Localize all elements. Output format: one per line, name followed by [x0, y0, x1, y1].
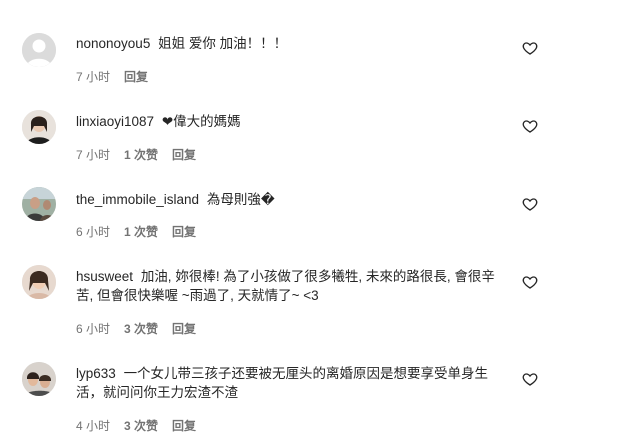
comment-text: lyp633 一个女儿带三孩子还要被无厘头的离婚原因是想要享受单身生活，就问问你… — [76, 364, 506, 402]
reply-button[interactable]: 回复 — [172, 223, 196, 240]
comment-text: hsusweet 加油, 妳很棒! 為了小孩做了很多犧牲, 未來的路很長, 會很… — [76, 267, 506, 305]
user-photo-avatar-icon — [22, 362, 56, 396]
user-photo-avatar-icon — [22, 110, 56, 144]
default-avatar-icon — [22, 33, 56, 67]
comment-meta: 6 小时 1 次赞 回复 — [76, 223, 196, 240]
comment-text: the_immobile_island 為母則強� — [76, 190, 506, 209]
likes-count[interactable]: 1 次赞 — [124, 146, 158, 163]
user-photo-avatar-icon — [22, 187, 56, 221]
comment-time[interactable]: 7 小时 — [76, 146, 110, 163]
likes-count[interactable]: 3 次赞 — [124, 417, 158, 434]
like-heart-icon[interactable] — [522, 371, 538, 387]
comment-time[interactable]: 4 小时 — [76, 417, 110, 434]
comment-time[interactable]: 6 小时 — [76, 223, 110, 240]
comment-username[interactable]: hsusweet — [76, 269, 133, 284]
comment-meta: 6 小时 3 次赞 回复 — [76, 320, 196, 337]
comment-username[interactable]: linxiaoyi1087 — [76, 114, 154, 129]
comment-time[interactable]: 6 小时 — [76, 320, 110, 337]
avatar[interactable] — [22, 362, 56, 396]
avatar[interactable] — [22, 110, 56, 144]
comment-text: nononoyou5 姐姐 爱你 加油！！！ — [76, 34, 506, 53]
comment-time[interactable]: 7 小时 — [76, 68, 110, 85]
comment-meta: 4 小时 3 次赞 回复 — [76, 417, 196, 434]
comment-body: ❤偉大的媽媽 — [161, 114, 241, 129]
like-heart-icon[interactable] — [522, 118, 538, 134]
reply-button[interactable]: 回复 — [172, 320, 196, 337]
avatar[interactable] — [22, 265, 56, 299]
comment-text: linxiaoyi1087 ❤偉大的媽媽 — [76, 112, 506, 131]
comment-username[interactable]: lyp633 — [76, 366, 116, 381]
user-photo-avatar-icon — [22, 265, 56, 299]
like-heart-icon[interactable] — [522, 274, 538, 290]
comment-username[interactable]: the_immobile_island — [76, 192, 199, 207]
reply-button[interactable]: 回复 — [172, 146, 196, 163]
avatar[interactable] — [22, 33, 56, 67]
comment-body: 姐姐 爱你 加油！！！ — [158, 36, 288, 51]
comment-meta: 7 小时 回复 — [76, 68, 148, 85]
comment-body: 一个女儿带三孩子还要被无厘头的离婚原因是想要享受单身生活，就问问你王力宏渣不渣 — [76, 366, 489, 400]
comment-body: 為母則強� — [206, 192, 275, 207]
comment-meta: 7 小时 1 次赞 回复 — [76, 146, 196, 163]
like-heart-icon[interactable] — [522, 196, 538, 212]
likes-count[interactable]: 1 次赞 — [124, 223, 158, 240]
comment-body: 加油, 妳很棒! 為了小孩做了很多犧牲, 未來的路很長, 會很辛苦, 但會很快樂… — [76, 269, 495, 303]
avatar[interactable] — [22, 187, 56, 221]
comment-username[interactable]: nononoyou5 — [76, 36, 150, 51]
like-heart-icon[interactable] — [522, 40, 538, 56]
likes-count[interactable]: 3 次赞 — [124, 320, 158, 337]
reply-button[interactable]: 回复 — [172, 417, 196, 434]
reply-button[interactable]: 回复 — [124, 68, 148, 85]
